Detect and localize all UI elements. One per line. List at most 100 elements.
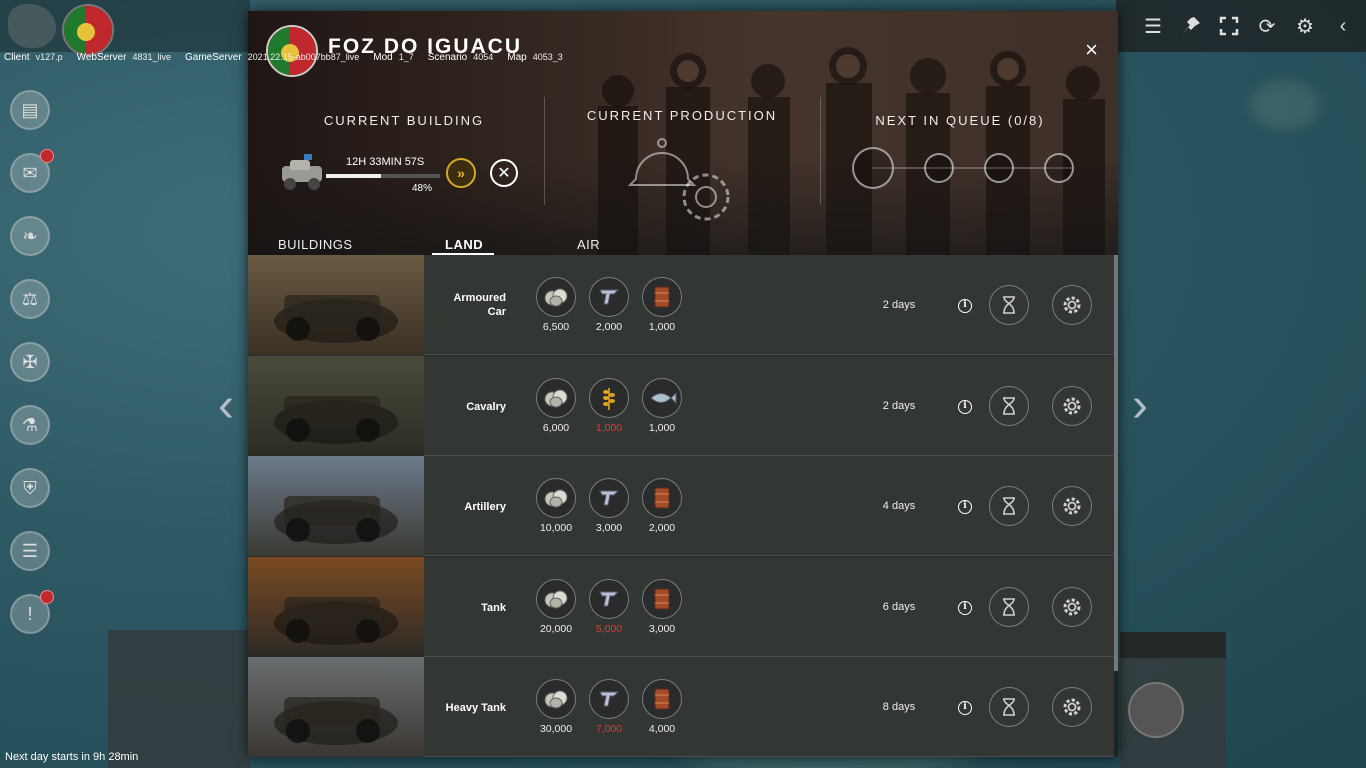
notification-badge bbox=[40, 590, 54, 604]
tab-land[interactable]: LAND bbox=[445, 237, 483, 252]
gear-settings-icon[interactable] bbox=[1052, 687, 1092, 727]
gear-settings-icon[interactable] bbox=[1052, 386, 1092, 426]
province-map-icon[interactable]: ❧ bbox=[10, 216, 50, 256]
oil-barrel-icon bbox=[642, 679, 682, 719]
queue-slot[interactable] bbox=[852, 147, 894, 189]
resource-amount: 1,000 bbox=[595, 422, 623, 434]
resource-amount: 4,000 bbox=[648, 723, 676, 735]
player-profile[interactable] bbox=[0, 0, 250, 56]
settings-gear-icon[interactable]: ⚙ bbox=[1288, 9, 1322, 43]
resource-cost: 1,000 bbox=[641, 378, 683, 434]
unit-row[interactable]: Cavalry 6,000 1,000 1,000 2 days i bbox=[248, 356, 1114, 456]
player-flag-avatar[interactable] bbox=[62, 4, 114, 56]
gear-settings-icon[interactable] bbox=[1052, 285, 1092, 325]
unit-row[interactable]: Artillery 10,000 3,000 2,000 4 days i bbox=[248, 456, 1114, 556]
speed-up-icon[interactable]: » bbox=[446, 158, 476, 188]
hourglass-queue-icon[interactable] bbox=[989, 285, 1029, 325]
advisor-panel-header bbox=[1120, 632, 1226, 658]
pin-icon[interactable] bbox=[1174, 9, 1208, 43]
oil-barrel-icon bbox=[642, 277, 682, 317]
resource-cost: 20,000 bbox=[535, 579, 577, 635]
list-scrollbar[interactable] bbox=[1114, 255, 1118, 757]
daily-panel[interactable] bbox=[108, 630, 250, 768]
tank-image[interactable] bbox=[248, 557, 424, 657]
unit-row[interactable]: Armoured Car 6,500 2,000 1,000 2 days i bbox=[248, 255, 1114, 355]
queue-slot[interactable] bbox=[984, 153, 1014, 183]
build-duration: 6 days bbox=[882, 601, 916, 613]
resource-amount: 6,000 bbox=[542, 422, 570, 434]
tab-buildings[interactable]: BUILDINGS bbox=[278, 237, 353, 252]
newspaper-icon[interactable]: ▤ bbox=[10, 90, 50, 130]
divider bbox=[544, 97, 545, 205]
shield-alliance-icon[interactable]: ⛨ bbox=[10, 468, 50, 508]
build-duration: 2 days bbox=[882, 299, 916, 311]
current-building-percent: 48% bbox=[412, 183, 433, 194]
unit-row[interactable]: Tank 20,000 5,000 3,000 6 days i bbox=[248, 557, 1114, 657]
refresh-icon[interactable]: ⟳ bbox=[1250, 9, 1284, 43]
alert-icon[interactable]: ! bbox=[10, 590, 54, 634]
notification-badge bbox=[40, 149, 54, 163]
gear-settings-icon[interactable] bbox=[1052, 486, 1092, 526]
resource-cost: 30,000 bbox=[535, 679, 577, 735]
map-label: Map bbox=[507, 52, 527, 63]
cavalry-image[interactable] bbox=[248, 356, 424, 456]
next-city-arrow-icon[interactable]: › bbox=[1120, 382, 1160, 430]
steel-icon bbox=[589, 679, 629, 719]
dove-diplomacy-icon[interactable]: ✉ bbox=[10, 149, 54, 193]
gameserver-value: 2021.22.15-ab007bb87_live bbox=[247, 52, 360, 62]
previous-city-arrow-icon[interactable]: ‹ bbox=[206, 382, 246, 430]
resource-cost: 10,000 bbox=[535, 478, 577, 534]
info-icon[interactable]: i bbox=[958, 701, 972, 715]
hourglass-queue-icon[interactable] bbox=[989, 587, 1029, 627]
build-duration: 2 days bbox=[882, 400, 916, 412]
advisor-portrait[interactable] bbox=[1128, 682, 1184, 738]
queue-slot[interactable] bbox=[1044, 153, 1074, 183]
menu-icon[interactable]: ☰ bbox=[1136, 9, 1170, 43]
divider bbox=[820, 97, 821, 205]
unit-name: Heavy Tank bbox=[445, 702, 506, 714]
resource-cost: 1,000 bbox=[588, 378, 630, 434]
fullscreen-icon[interactable] bbox=[1212, 9, 1246, 43]
gear-settings-icon[interactable] bbox=[1052, 587, 1092, 627]
heavy-tank-image[interactable] bbox=[248, 657, 424, 757]
artillery-image[interactable] bbox=[248, 456, 424, 556]
resource-amount: 1,000 bbox=[648, 321, 676, 333]
info-icon[interactable]: i bbox=[958, 299, 972, 313]
unit-row[interactable]: Heavy Tank 30,000 7,000 4,000 8 days i bbox=[248, 657, 1114, 757]
armoured-car-image[interactable] bbox=[248, 255, 424, 355]
hourglass-queue-icon[interactable] bbox=[989, 486, 1029, 526]
info-icon[interactable]: i bbox=[958, 400, 972, 414]
resource-amount: 3,000 bbox=[648, 623, 676, 635]
left-sidebar: ▤ ✉ ❧ ⚖ ✠ ⚗ ⛨ ☰ ! bbox=[10, 90, 56, 657]
iron-cross-army-icon[interactable]: ✠ bbox=[10, 342, 50, 382]
resource-cost: 5,000 bbox=[588, 579, 630, 635]
armoured-car-thumbnail-icon bbox=[278, 154, 326, 192]
webserver-value: 4831_live bbox=[132, 52, 171, 62]
unit-name: Armoured Car bbox=[453, 292, 506, 318]
current-building-title: CURRENT BUILDING bbox=[323, 113, 485, 128]
map-value: 4053_3 bbox=[532, 52, 563, 62]
scroll-thumb[interactable] bbox=[1114, 255, 1118, 671]
unit-name: Tank bbox=[481, 602, 506, 614]
current-building-time: 12H 33MIN 57S bbox=[346, 156, 425, 168]
collapse-chevron-icon[interactable]: ‹ bbox=[1326, 9, 1360, 43]
resource-cost: 2,000 bbox=[641, 478, 683, 534]
research-icon[interactable]: ⚗ bbox=[10, 405, 50, 445]
hourglass-queue-icon[interactable] bbox=[989, 687, 1029, 727]
unit-name: Cavalry bbox=[466, 401, 506, 413]
info-icon[interactable]: i bbox=[958, 601, 972, 615]
queue-slot[interactable] bbox=[924, 153, 954, 183]
info-icon[interactable]: i bbox=[958, 500, 972, 514]
ranking-icon[interactable]: ☰ bbox=[10, 531, 50, 571]
resource-cost: 4,000 bbox=[641, 679, 683, 735]
tab-air[interactable]: AIR bbox=[577, 237, 600, 252]
resource-amount: 2,000 bbox=[648, 522, 676, 534]
top-toolbar: ☰ ⟳ ⚙ ‹ bbox=[1116, 0, 1366, 52]
cancel-icon[interactable]: ✕ bbox=[490, 159, 518, 187]
close-icon[interactable]: × bbox=[1085, 37, 1098, 63]
coins-icon bbox=[536, 579, 576, 619]
steel-icon bbox=[589, 478, 629, 518]
hourglass-queue-icon[interactable] bbox=[989, 386, 1029, 426]
helmet-gear-icon bbox=[628, 138, 730, 221]
scales-trade-icon[interactable]: ⚖ bbox=[10, 279, 50, 319]
